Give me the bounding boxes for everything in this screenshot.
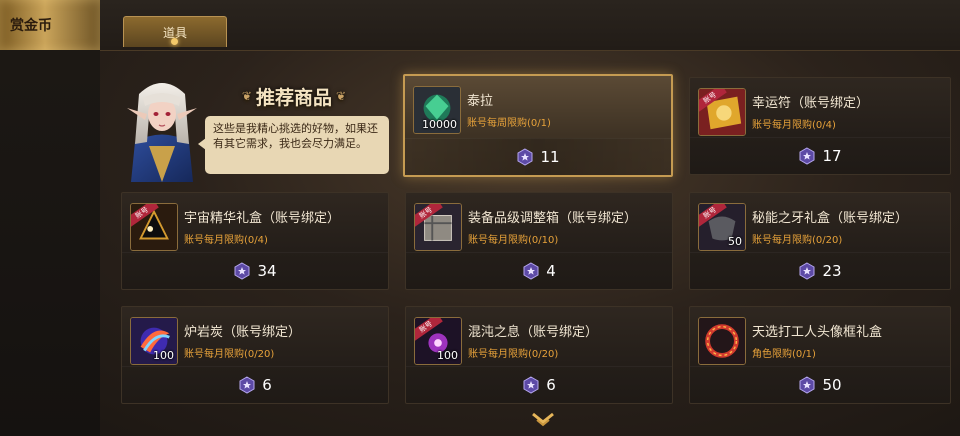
item-icon-box: 账号 [698,88,746,136]
ornament-right-icon: ❦ [336,89,347,103]
item-price-row: 4 [406,252,672,289]
item-price-row: 6 [122,366,388,403]
item-name: 装备品级调整箱（账号绑定） [468,211,638,226]
item-name: 秘能之牙礼盒（账号绑定） [752,211,909,226]
item-purchase-limit: 账号每月限购(0/20) [184,349,275,360]
shop-item-card[interactable]: 账号 装备品级调整箱（账号绑定） 账号每月限购(0/10) 4 [405,192,673,290]
purple-star-coin-icon [239,376,255,394]
purple-star-coin-icon [799,376,815,394]
item-purchase-limit: 账号每月限购(0/4) [752,120,836,131]
recommend-title-text: 推荐商品 [255,86,332,109]
shop-item-card[interactable]: 账号 50 秘能之牙礼盒（账号绑定） 账号每月限购(0/20) 23 [689,192,951,290]
sidebar-tab-bounty-coin[interactable]: 赏金币 [0,0,100,50]
item-price: 6 [546,376,556,394]
item-quantity: 100 [153,349,174,362]
item-price-row: 17 [690,137,950,174]
shop-item-card[interactable]: 10000 泰拉账号每周限购(0/1) 11 [403,74,673,177]
item-quantity: 10000 [422,118,457,131]
item-price: 34 [257,262,277,280]
item-name: 宇宙精华礼盒（账号绑定） [184,211,341,226]
item-name: 幸运符（账号绑定） [752,96,870,111]
item-price: 6 [262,376,272,394]
item-name: 炉岩炭（账号绑定） [184,325,302,340]
item-quantity: 100 [437,349,458,362]
purple-star-coin-icon [799,147,815,165]
item-price-row: 50 [690,366,950,403]
item-icon-box: 账号 50 [698,203,746,251]
purple-star-coin-icon [234,262,250,280]
purple-star-coin-icon [517,148,533,166]
npc-elf-portrait [127,83,197,182]
item-icon-box: 账号 100 [414,317,462,365]
item-purchase-limit: 账号每周限购(0/1) [467,118,551,129]
item-purchase-limit: 账号每月限购(0/20) [752,235,843,246]
purple-star-coin-icon [799,262,815,280]
tab-active-dot-icon [171,38,178,45]
npc-speech-bubble: 这些是我精心挑选的好物，如果还有其它需求，我也会尽力满足。 [198,116,389,174]
recommend-title: ❦ 推荐商品 ❦ [229,82,359,110]
item-icon-box: 账号 [130,203,178,251]
item-icon-box: 100 [130,317,178,365]
shop-item-card[interactable]: 账号 宇宙精华礼盒（账号绑定） 账号每月限购(0/4) 34 [121,192,389,290]
sidebar: 赏金币 [0,0,100,436]
item-icon-box: 10000 [413,86,461,134]
ornament-left-icon: ❦ [241,89,252,103]
item-price: 23 [822,262,842,280]
item-purchase-limit: 账号每月限购(0/20) [468,349,559,360]
sidebar-tab-label: 赏金币 [10,18,52,34]
item-name: 天选打工人头像框礼盒 [752,325,883,340]
purple-star-coin-icon [523,376,539,394]
tab-items[interactable]: 道具 [123,16,227,47]
item-price-row: 23 [690,252,950,289]
item-price: 50 [822,376,842,394]
item-purchase-limit: 角色限购(0/1) [752,349,816,360]
shop-item-card[interactable]: 天选打工人头像框礼盒角色限购(0/1) 50 [689,306,951,404]
recommend-panel: ❦ 推荐商品 ❦ 这些是我精心挑选的好物，如果还有其它需求，我也会尽力满足。 [121,72,389,182]
item-price-row: 34 [122,252,388,289]
item-price: 11 [540,148,560,166]
item-price-row: 11 [405,138,671,175]
item-price: 4 [546,262,556,280]
item-purchase-limit: 账号每月限购(0/10) [468,235,559,246]
shop-item-card[interactable]: 账号 100 混沌之息（账号绑定） 账号每月限购(0/20) 6 [405,306,673,404]
item-price: 17 [822,147,842,165]
npc-speech-text: 这些是我精心挑选的好物，如果还有其它需求，我也会尽力满足。 [213,122,378,150]
shop-item-card[interactable]: 账号 幸运符（账号绑定） 账号每月限购(0/4) 17 [689,77,951,175]
item-name: 泰拉 [467,94,494,109]
item-name: 混沌之息（账号绑定） [468,325,599,340]
item-icon-box: 账号 [414,203,462,251]
item-quantity: 50 [728,235,742,248]
shop-item-card[interactable]: 100 炉岩炭（账号绑定） 账号每月限购(0/20) 6 [121,306,389,404]
red-ring-frame-icon [699,318,745,364]
purple-star-coin-icon [523,262,539,280]
scroll-down-chevron-icon[interactable] [531,410,555,430]
top-tab-bar [100,0,960,51]
item-purchase-limit: 账号每月限购(0/4) [184,235,268,246]
item-price-row: 6 [406,366,672,403]
item-icon-box [698,317,746,365]
